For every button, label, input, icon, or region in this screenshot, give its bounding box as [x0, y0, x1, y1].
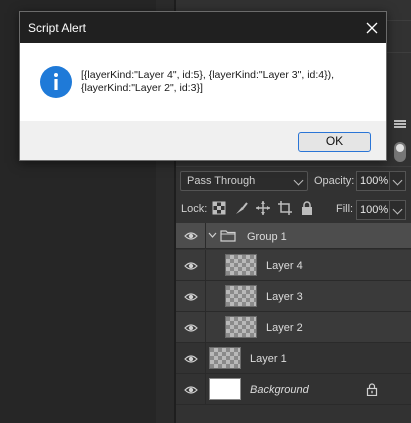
lock-position-icon[interactable]: [255, 200, 271, 216]
layer-row-background[interactable]: Background: [176, 374, 411, 405]
eye-icon[interactable]: [184, 259, 198, 273]
dialog-content: [{layerKind:"Layer 4", id:5}, {layerKind…: [20, 43, 386, 121]
layer-row-layer-4[interactable]: Layer 4: [176, 250, 411, 281]
lock-transparent-pixels-icon[interactable]: [211, 200, 227, 216]
lock-icon: [366, 383, 378, 396]
layer-name: Background: [250, 384, 309, 396]
folder-icon: [220, 230, 236, 242]
layer-row-layer-2[interactable]: Layer 2: [176, 312, 411, 343]
layer-row-layer-1[interactable]: Layer 1: [176, 343, 411, 374]
row-separator: [205, 374, 206, 404]
layer-row-group-1[interactable]: Group 1: [176, 223, 411, 249]
eye-icon[interactable]: [184, 383, 198, 397]
row-separator: [205, 250, 206, 280]
panel-separator: [176, 166, 411, 167]
layer-thumbnail: [209, 378, 241, 400]
chevron-down-icon: [392, 204, 403, 215]
lock-image-pixels-icon[interactable]: [233, 200, 249, 216]
eye-icon[interactable]: [184, 229, 198, 243]
close-icon[interactable]: [360, 16, 384, 40]
row-separator: [205, 312, 206, 342]
row-separator: [205, 281, 206, 311]
layer-name: Layer 2: [266, 322, 303, 334]
blend-mode-select[interactable]: Pass Through: [180, 171, 308, 191]
layer-row-layer-3[interactable]: Layer 3: [176, 281, 411, 312]
info-icon: [40, 66, 72, 98]
layer-name: Layer 1: [250, 353, 287, 365]
script-alert-dialog: Script Alert [{layerKind:"Layer 4", id:5…: [19, 11, 387, 161]
layer-name: Layer 4: [266, 260, 303, 272]
opacity-dropdown-button[interactable]: [390, 171, 406, 191]
fill-dropdown-button[interactable]: [390, 200, 406, 220]
dialog-title: Script Alert: [28, 21, 87, 35]
chevron-down-icon[interactable]: [208, 232, 217, 239]
panel-side-tools: [388, 112, 410, 168]
row-separator: [205, 223, 206, 248]
layer-name: Group 1: [247, 231, 287, 243]
layers-list: Group 1 Layer 4 Layer 3 Layer 2 Layer 1 …: [176, 223, 411, 423]
opacity-input[interactable]: 100%: [356, 171, 390, 191]
layer-name: Layer 3: [266, 291, 303, 303]
filter-toggle[interactable]: [394, 142, 406, 162]
opacity-label: Opacity:: [314, 175, 355, 187]
layer-thumbnail: [225, 316, 257, 338]
layer-thumbnail: [225, 285, 257, 307]
panel-menu-icon[interactable]: [394, 120, 406, 128]
lock-all-icon[interactable]: [299, 200, 315, 216]
blend-mode-value: Pass Through: [187, 175, 256, 187]
chevron-down-icon: [293, 175, 304, 186]
alert-message: [{layerKind:"Layer 4", id:5}, {layerKind…: [81, 69, 335, 94]
eye-icon[interactable]: [184, 290, 198, 304]
fill-label: Fill:: [336, 203, 354, 215]
fill-input[interactable]: 100%: [356, 200, 390, 220]
ok-button[interactable]: OK: [298, 132, 371, 152]
layer-thumbnail: [225, 254, 257, 276]
layer-thumbnail: [209, 347, 241, 369]
eye-icon[interactable]: [184, 352, 198, 366]
eye-icon[interactable]: [184, 321, 198, 335]
lock-artboard-icon[interactable]: [277, 200, 293, 216]
lock-label: Lock:: [181, 203, 208, 215]
row-separator: [205, 343, 206, 373]
dialog-title-bar[interactable]: Script Alert: [20, 12, 386, 43]
chevron-down-icon: [392, 175, 403, 186]
